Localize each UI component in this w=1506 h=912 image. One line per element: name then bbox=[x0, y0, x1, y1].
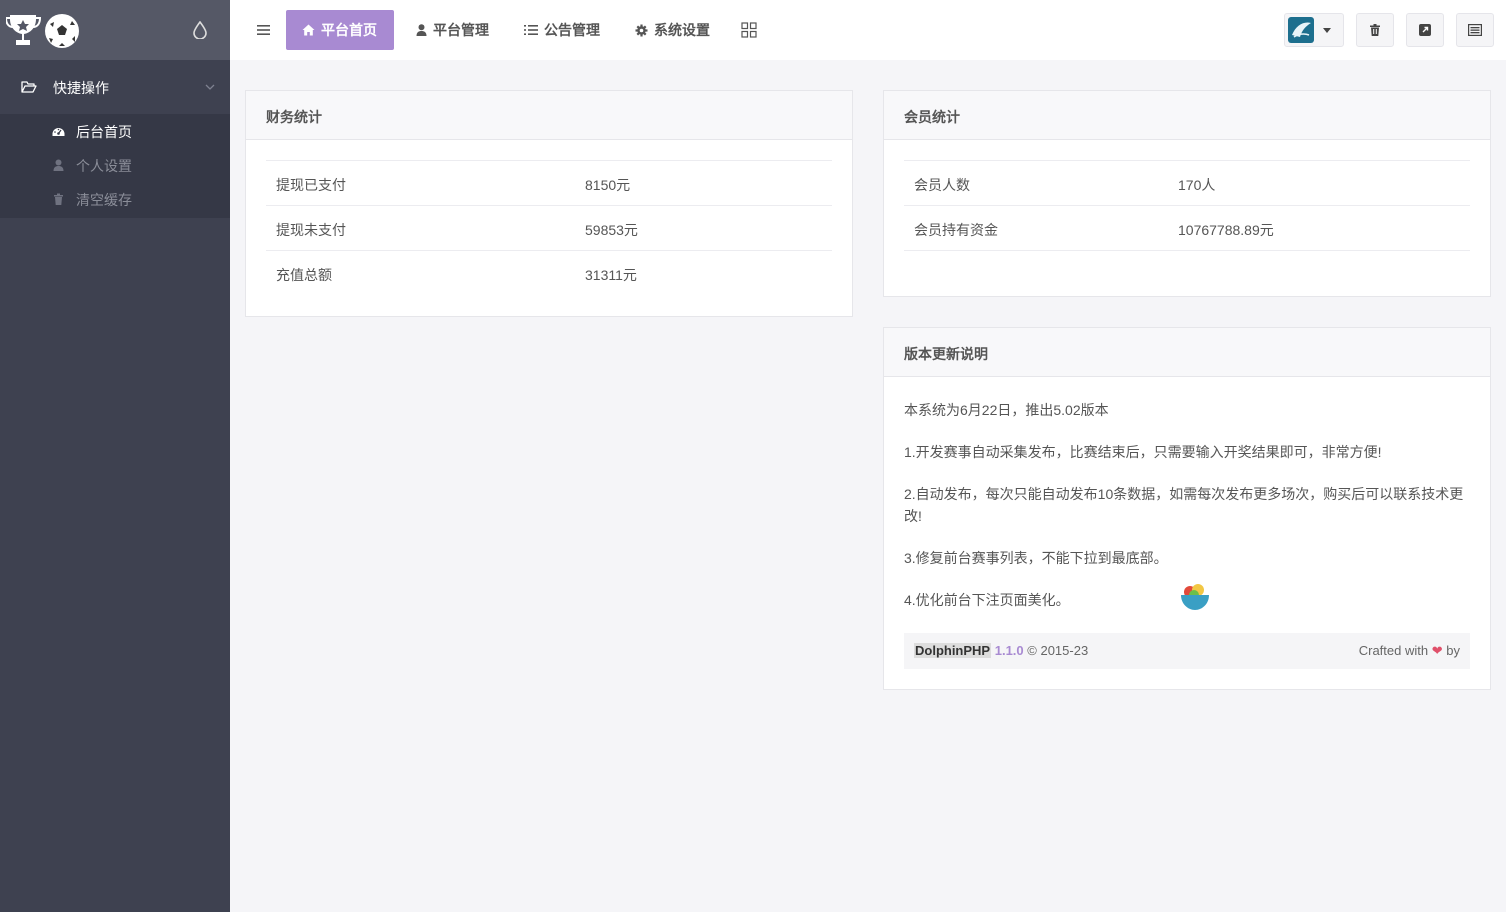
member-stats-card: 会员统计 会员人数 170人 会员持有资金 10767788.89元 bbox=[883, 90, 1491, 297]
row-label: 提现未支付 bbox=[276, 222, 346, 238]
side-panel-toggle-button[interactable] bbox=[1456, 13, 1494, 47]
card-title: 会员统计 bbox=[884, 91, 1490, 140]
version-notes-card: 版本更新说明 本系统为6月22日，推出5.02版本 1.开发赛事自动采集发布，比… bbox=[883, 327, 1491, 690]
salad-bowl-icon bbox=[1181, 584, 1209, 610]
chevron-down-icon bbox=[205, 84, 215, 90]
crafted-text: Crafted with bbox=[1358, 643, 1429, 658]
tab-platform-management[interactable]: 平台管理 bbox=[400, 10, 505, 50]
list-icon bbox=[524, 25, 538, 35]
finance-table: 提现已支付 8150元 提现未支付 59853元 充值总额 31311元 bbox=[266, 160, 832, 296]
panel-list-icon bbox=[1468, 24, 1482, 36]
note-line: 2.自动发布，每次只能自动发布10条数据，如需每次发布更多场次，购买后可以联系技… bbox=[904, 486, 1464, 524]
user-icon bbox=[416, 24, 427, 36]
note-line: 1.开发赛事自动采集发布，比赛结束后，只需要输入开奖结果即可，非常方便! bbox=[904, 444, 1382, 460]
row-label: 会员人数 bbox=[914, 177, 970, 193]
tab-platform-home[interactable]: 平台首页 bbox=[286, 10, 394, 50]
footer-bar: DolphinPHP 1.1.0 © 2015-23 Crafted with … bbox=[904, 633, 1470, 669]
version-number: 1.1.0 bbox=[994, 643, 1024, 658]
card-title: 版本更新说明 bbox=[884, 328, 1490, 377]
home-icon bbox=[302, 24, 315, 36]
submenu: 后台首页 个人设置 清空缓存 bbox=[0, 114, 230, 218]
table-row: 提现未支付 59853元 bbox=[266, 206, 832, 251]
by-text: by bbox=[1446, 643, 1460, 658]
sidebar-item-profile[interactable]: 个人设置 bbox=[0, 148, 230, 182]
avatar bbox=[1288, 17, 1314, 43]
top-bar: 平台首页 平台管理 公告管理 系统设置 bbox=[230, 0, 1506, 60]
note-line: 3.修复前台赛事列表，不能下拉到最底部。 bbox=[904, 550, 1168, 566]
row-value: 10767788.89元 bbox=[1178, 222, 1274, 238]
clear-cache-button[interactable] bbox=[1356, 13, 1394, 47]
trash-icon bbox=[54, 193, 63, 205]
footer-brand: DolphinPHP 1.1.0 © 2015-23 bbox=[914, 643, 1088, 658]
dashboard-icon bbox=[52, 128, 65, 136]
open-frontend-button[interactable] bbox=[1406, 13, 1444, 47]
nav-group-label: 快捷操作 bbox=[53, 80, 109, 96]
table-row: 会员持有资金 10767788.89元 bbox=[904, 206, 1470, 251]
apps-grid-icon[interactable] bbox=[741, 22, 757, 38]
trash-icon bbox=[1370, 24, 1380, 36]
gear-icon bbox=[635, 24, 648, 36]
tab-label: 平台首页 bbox=[321, 22, 377, 38]
tab-system-settings[interactable]: 系统设置 bbox=[619, 10, 726, 50]
user-menu-button[interactable] bbox=[1284, 13, 1344, 47]
logo[interactable] bbox=[6, 12, 82, 50]
sidebar-item-label: 后台首页 bbox=[76, 124, 132, 140]
copyright-text: © 2015-23 bbox=[1027, 643, 1089, 658]
table-row: 充值总额 31311元 bbox=[266, 251, 832, 296]
user-icon bbox=[53, 159, 64, 171]
tab-announcements[interactable]: 公告管理 bbox=[508, 10, 616, 50]
version-notes-body: 本系统为6月22日，推出5.02版本 1.开发赛事自动采集发布，比赛结束后，只需… bbox=[884, 377, 1490, 611]
tab-label: 公告管理 bbox=[544, 22, 600, 38]
card-title: 财务统计 bbox=[246, 91, 852, 140]
sidebar-item-label: 个人设置 bbox=[76, 158, 132, 174]
sidebar-header bbox=[0, 0, 230, 60]
crafted-by: Crafted with ❤ by bbox=[1359, 643, 1460, 659]
note-line: 本系统为6月22日，推出5.02版本 bbox=[904, 402, 1109, 418]
external-link-icon bbox=[1419, 24, 1431, 36]
folder-open-icon bbox=[21, 81, 37, 93]
sidebar: 快捷操作 后台首页 个人设置 清空缓存 bbox=[0, 0, 230, 912]
nav-group-quick-actions[interactable]: 快捷操作 bbox=[0, 60, 230, 114]
tab-label: 平台管理 bbox=[433, 22, 489, 38]
row-value: 170人 bbox=[1178, 177, 1216, 193]
row-label: 提现已支付 bbox=[276, 177, 346, 193]
caret-down-icon bbox=[1323, 28, 1331, 33]
row-value: 59853元 bbox=[585, 222, 638, 238]
row-value: 31311元 bbox=[585, 267, 637, 283]
member-table: 会员人数 170人 会员持有资金 10767788.89元 bbox=[904, 160, 1470, 251]
row-label: 会员持有资金 bbox=[914, 222, 998, 238]
finance-stats-card: 财务统计 提现已支付 8150元 提现未支付 59853元 充值总额 31311… bbox=[245, 90, 853, 317]
sidebar-item-label: 清空缓存 bbox=[76, 192, 132, 208]
brand-name[interactable]: DolphinPHP bbox=[914, 643, 992, 658]
row-value: 8150元 bbox=[585, 177, 631, 193]
sidebar-item-dashboard[interactable]: 后台首页 bbox=[0, 114, 230, 148]
theme-drop-icon[interactable] bbox=[193, 21, 207, 39]
row-label: 充值总额 bbox=[276, 267, 332, 283]
menu-toggle-icon[interactable] bbox=[257, 24, 270, 36]
sidebar-item-clear-cache[interactable]: 清空缓存 bbox=[0, 182, 230, 216]
table-row: 会员人数 170人 bbox=[904, 161, 1470, 206]
table-row: 提现已支付 8150元 bbox=[266, 161, 832, 206]
tab-label: 系统设置 bbox=[654, 22, 710, 38]
heart-icon: ❤ bbox=[1431, 643, 1443, 658]
